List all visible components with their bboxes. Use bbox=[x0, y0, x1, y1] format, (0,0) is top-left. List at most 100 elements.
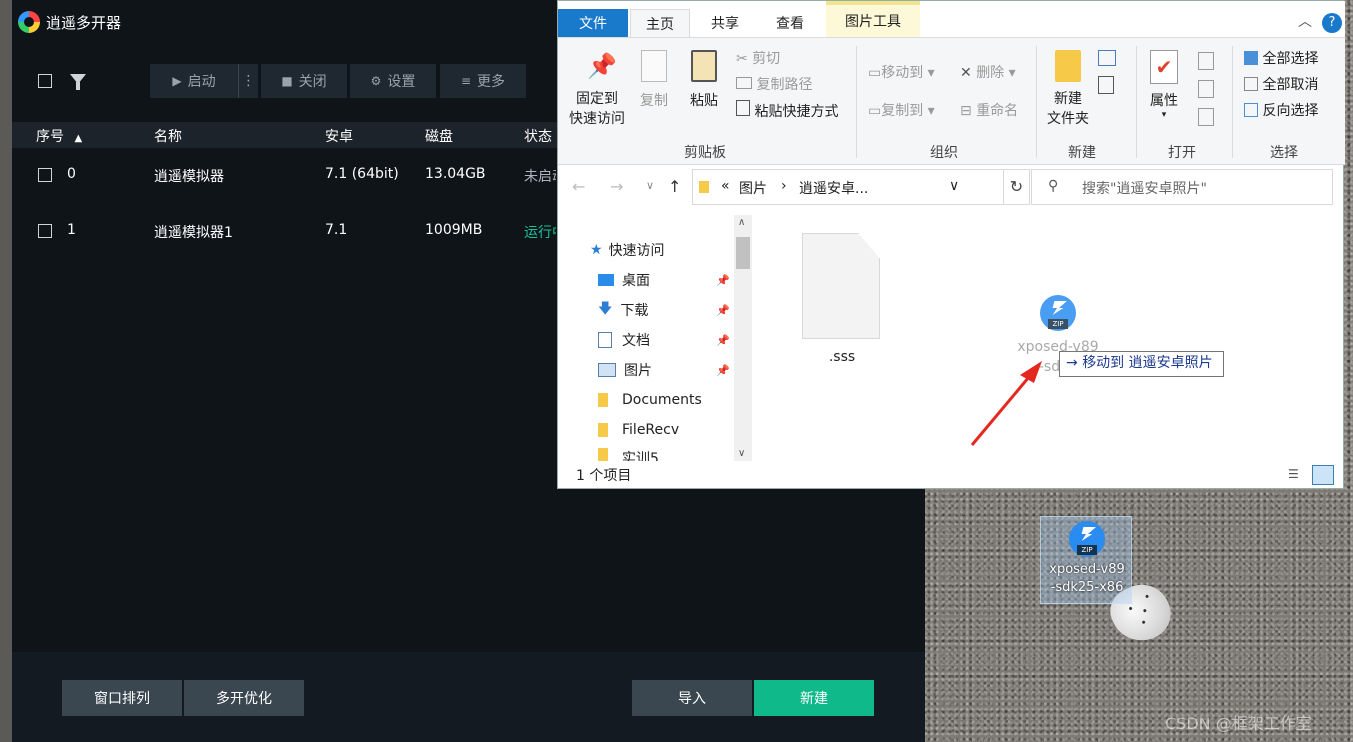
group-select: 选择 bbox=[1270, 145, 1298, 161]
easy-access-icon[interactable] bbox=[1098, 76, 1114, 94]
group-open: 打开 bbox=[1168, 145, 1196, 161]
copy-button[interactable]: 复制 bbox=[636, 50, 672, 110]
properties-button[interactable]: ✔ 属性 ▾ bbox=[1146, 50, 1182, 120]
paste-shortcut-button[interactable]: 粘贴快捷方式 bbox=[736, 100, 838, 121]
up-arrow-icon[interactable]: ↑ bbox=[668, 177, 681, 196]
stop-square-icon: ■ bbox=[281, 74, 293, 88]
download-arrow-icon: 🡇 bbox=[598, 301, 613, 317]
more-button[interactable]: ≡ 更多 bbox=[440, 64, 526, 98]
breadcrumb-pictures[interactable]: 图片 bbox=[739, 178, 767, 198]
chevron-down-icon: ▾ bbox=[1161, 110, 1167, 120]
delete-x-icon: ✕ bbox=[960, 65, 972, 81]
nav-item-downloads[interactable]: 🡇 下载 bbox=[598, 298, 648, 322]
row-name: 逍遥模拟器 bbox=[154, 169, 224, 185]
new-item-icon[interactable] bbox=[1098, 50, 1116, 66]
start-button[interactable]: ▶ 启动 bbox=[150, 64, 238, 98]
scissors-icon: ✂ bbox=[736, 51, 748, 67]
ribbon-separator bbox=[1232, 46, 1233, 158]
folder-icon bbox=[598, 423, 608, 437]
folder-icon bbox=[1055, 50, 1081, 82]
tab-share[interactable]: 共享 bbox=[694, 9, 756, 37]
pin-icon: 📌 bbox=[587, 52, 617, 80]
scroll-up-icon[interactable]: ∧ bbox=[738, 217, 745, 228]
open-icon[interactable] bbox=[1198, 52, 1214, 70]
rename-icon: ⊟ bbox=[960, 103, 972, 119]
nav-item-documents-cn[interactable]: 文档 bbox=[598, 328, 650, 352]
window-arrange-button[interactable]: 窗口排列 bbox=[62, 680, 182, 716]
history-icon[interactable] bbox=[1198, 108, 1214, 126]
col-android[interactable]: 安卓 bbox=[325, 126, 353, 146]
delete-button[interactable]: ✕ 删除 ▾ bbox=[960, 62, 1016, 82]
red-annotation-arrow bbox=[970, 361, 1042, 446]
breadcrumb-current[interactable]: 逍遥安卓... bbox=[799, 178, 868, 198]
folder-icon bbox=[598, 448, 608, 461]
settings-button[interactable]: ⚙ 设置 bbox=[350, 64, 436, 98]
tab-home[interactable]: 主页 bbox=[630, 9, 690, 37]
edit-icon[interactable] bbox=[1198, 80, 1214, 98]
file-item[interactable]: .sss bbox=[794, 233, 890, 373]
help-icon[interactable]: ? bbox=[1322, 13, 1342, 33]
pin-icon: 📌 bbox=[716, 304, 730, 317]
star-icon: ★ bbox=[590, 242, 603, 258]
copy-to-button[interactable]: ▭复制到 ▾ bbox=[868, 100, 935, 120]
csdn-watermark: CSDN @框架工作室 bbox=[1165, 714, 1312, 733]
ribbon-home: 📌 固定到 快速访问 复制 粘贴 ✂ 剪切 复制路径 粘贴快捷方式 剪贴板 ▭移… bbox=[558, 37, 1345, 165]
address-chevron-down-icon[interactable]: ∨ bbox=[949, 178, 959, 194]
invert-selection-button[interactable]: 反向选择 bbox=[1244, 100, 1318, 120]
back-arrow-icon[interactable]: ← bbox=[572, 177, 585, 196]
select-none-button[interactable]: 全部取消 bbox=[1244, 74, 1318, 94]
row-checkbox[interactable] bbox=[38, 224, 52, 238]
address-bar[interactable]: « 图片 › 逍遥安卓... ∨ bbox=[692, 169, 1004, 205]
scrollbar-thumb[interactable] bbox=[736, 237, 750, 269]
import-button[interactable]: 导入 bbox=[632, 680, 752, 716]
details-view-icon[interactable]: ☰ bbox=[1288, 467, 1306, 483]
select-all-checkbox[interactable] bbox=[38, 74, 52, 88]
row-name: 逍遥模拟器1 bbox=[154, 225, 233, 241]
file-name: .sss bbox=[828, 349, 856, 365]
group-organize: 组织 bbox=[930, 145, 958, 161]
copy-path-button[interactable]: 复制路径 bbox=[736, 74, 812, 94]
desktop-left-strip bbox=[0, 0, 12, 742]
search-input[interactable]: ⚲ 搜索"逍遥安卓照片" bbox=[1031, 169, 1333, 205]
col-name[interactable]: 名称 bbox=[154, 126, 182, 146]
large-icons-view-icon[interactable] bbox=[1312, 465, 1334, 485]
select-all-button[interactable]: 全部选择 bbox=[1244, 48, 1318, 68]
desktop-file-xposed[interactable]: ZIP xposed-v89 -sdk25-x86 bbox=[1040, 516, 1132, 604]
select-all-icon bbox=[1244, 51, 1258, 65]
nav-item-desktop[interactable]: 桌面 bbox=[598, 268, 650, 292]
nav-scrollbar[interactable]: ∧ ∨ bbox=[734, 215, 752, 461]
explorer-window: 文件 主页 共享 查看 图片工具 ︿ ? 📌 固定到 快速访问 复制 粘贴 ✂ … bbox=[557, 0, 1345, 489]
col-disk[interactable]: 磁盘 bbox=[425, 126, 453, 146]
tab-picture-tools[interactable]: 图片工具 bbox=[826, 1, 920, 37]
close-button[interactable]: ■ 关闭 bbox=[261, 64, 347, 98]
nav-item-pictures[interactable]: 图片 bbox=[598, 358, 652, 382]
multi-optimize-button[interactable]: 多开优化 bbox=[184, 680, 304, 716]
move-to-button[interactable]: ▭移动到 ▾ bbox=[868, 62, 935, 82]
col-index[interactable]: 序号 ▲ bbox=[36, 126, 82, 146]
rename-button[interactable]: ⊟ 重命名 bbox=[960, 100, 1018, 120]
new-button[interactable]: 新建 bbox=[754, 680, 874, 716]
document-icon bbox=[598, 332, 612, 348]
scroll-down-icon[interactable]: ∨ bbox=[738, 448, 745, 459]
launcher-logo-icon bbox=[18, 11, 40, 33]
row-checkbox[interactable] bbox=[38, 168, 52, 182]
tab-view[interactable]: 查看 bbox=[760, 9, 820, 37]
forward-arrow-icon[interactable]: → bbox=[610, 177, 623, 196]
filter-icon[interactable] bbox=[70, 74, 86, 90]
col-status[interactable]: 状态 bbox=[524, 126, 552, 146]
start-options-button[interactable]: ⋮ bbox=[238, 64, 258, 98]
refresh-button[interactable]: ↻ bbox=[1004, 169, 1030, 205]
cut-button[interactable]: ✂ 剪切 bbox=[736, 48, 780, 68]
nav-item-filerecv[interactable]: FileRecv bbox=[598, 418, 679, 442]
picture-icon bbox=[598, 363, 616, 377]
nav-item-training5[interactable]: 实训5 bbox=[598, 448, 659, 461]
paste-button[interactable]: 粘贴 bbox=[686, 50, 722, 110]
new-folder-button[interactable]: 新建 文件夹 bbox=[1046, 50, 1090, 128]
pin-quick-access-button[interactable]: 📌 固定到 快速访问 bbox=[566, 52, 628, 128]
nav-quick-access[interactable]: ★ 快速访问 bbox=[590, 238, 665, 262]
collapse-ribbon-icon[interactable]: ︿ bbox=[1298, 11, 1312, 31]
tab-file[interactable]: 文件 bbox=[558, 9, 628, 37]
nav-item-documents[interactable]: Documents bbox=[598, 388, 702, 412]
recent-chevron-down-icon[interactable]: ∨ bbox=[646, 179, 654, 192]
row-disk: 1009MB bbox=[425, 222, 483, 238]
